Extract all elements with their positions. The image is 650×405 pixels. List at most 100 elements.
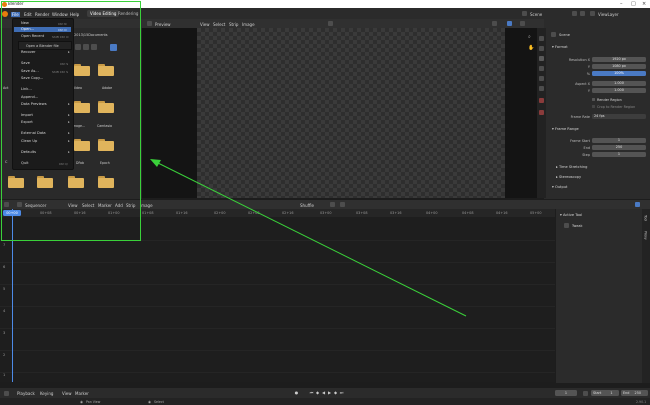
preview-menu-image[interactable]: Image	[242, 22, 255, 27]
close-icon[interactable]: ×	[642, 1, 646, 7]
label-aspect-x: Aspect X	[575, 82, 590, 86]
play-reverse-icon[interactable]: ◀	[321, 390, 326, 395]
prev-keyframe-icon[interactable]: ◆	[315, 390, 320, 395]
render-tab-icon[interactable]	[539, 46, 544, 51]
zoom-icon[interactable]: ⌕	[528, 34, 531, 40]
end-frame-field[interactable]: End 250	[621, 390, 648, 396]
highlight-box	[1, 1, 141, 241]
field-aspect-y[interactable]: 1.000	[592, 88, 646, 93]
time-tick: 03+00	[320, 211, 332, 215]
preview-menu-strip[interactable]: Strip	[229, 22, 238, 27]
snap-shuffle-dropdown[interactable]: Shuffle	[300, 203, 314, 208]
sidebar-tab-proxy[interactable]: Proxy	[644, 231, 648, 240]
overlay-icon[interactable]	[492, 21, 497, 26]
scene-selector[interactable]: Scene	[530, 12, 542, 17]
field-frame-end[interactable]: 250	[592, 145, 646, 150]
label-frame-end: End	[583, 146, 590, 150]
properties-tab-strip	[537, 28, 546, 198]
preview-mode-label[interactable]: Preview	[155, 22, 171, 27]
next-keyframe-icon[interactable]: ◆	[333, 390, 338, 395]
section-frame-range[interactable]: ▾ Frame Range	[552, 127, 579, 131]
delete-scene-icon[interactable]	[580, 11, 585, 16]
display-mode-icon[interactable]	[507, 21, 512, 26]
scene-tab-icon[interactable]	[539, 76, 544, 81]
channels-icon[interactable]	[520, 21, 525, 26]
label-resolution-pct: %	[586, 72, 590, 76]
view-layer-tab-icon[interactable]	[539, 66, 544, 71]
field-resolution-pct[interactable]: 100%	[592, 71, 646, 76]
play-icon[interactable]: ▶	[327, 390, 332, 395]
seq-menu-image[interactable]: Image	[140, 203, 153, 208]
time-tick: 05+00	[530, 211, 542, 215]
preview-range-icon[interactable]	[583, 390, 588, 396]
start-frame-field[interactable]: Start 1	[591, 390, 619, 396]
mouse-icon: ◉	[148, 399, 152, 404]
editor-type-icon[interactable]	[4, 390, 9, 396]
timeline-menu-view[interactable]: View	[62, 391, 72, 396]
tweak-tool-icon	[564, 223, 569, 228]
world-tab-icon[interactable]	[539, 86, 544, 91]
hand-pan-icon[interactable]: ✋	[528, 45, 534, 51]
label-frame-step: Step	[582, 153, 590, 157]
section-time-stretching[interactable]: ▸ Time Stretching	[556, 165, 587, 169]
timeline-menu-keying[interactable]: Keying	[40, 391, 53, 396]
sidebar-tab-tool[interactable]: Tool	[644, 215, 648, 221]
tool-tab-icon[interactable]	[539, 36, 544, 41]
end-value: 250	[634, 391, 642, 395]
section-output-label: Output	[554, 185, 568, 189]
scene-data-icon	[551, 32, 556, 37]
editor-type-icon[interactable]	[147, 21, 152, 26]
render-region-checkbox[interactable]	[592, 98, 595, 101]
texture-tab-icon[interactable]	[539, 110, 544, 115]
view-layer-selector[interactable]: ViewLayer	[598, 12, 619, 17]
channel-number: 3	[3, 331, 6, 335]
maximize-icon[interactable]: □	[631, 1, 636, 7]
section-format-label: Format	[554, 45, 568, 49]
field-frame-step[interactable]: 1	[592, 152, 646, 157]
field-aspect-x[interactable]: 1.000	[592, 81, 646, 86]
time-tick: 02+08	[248, 211, 260, 215]
view-layer-icon[interactable]	[590, 11, 595, 16]
start-value: 1	[610, 391, 613, 395]
crop-region-checkbox[interactable]	[592, 105, 595, 108]
label-resolution-x: Resolution X	[568, 58, 590, 62]
active-tool-section[interactable]: ▾ Active Tool	[560, 213, 582, 217]
new-scene-icon[interactable]	[572, 11, 577, 16]
preview-menu-select[interactable]: Select	[213, 22, 225, 27]
sidebar-toggle-icon[interactable]	[635, 202, 640, 207]
current-frame-field[interactable]: 1	[555, 390, 577, 396]
status-select: Select	[154, 400, 164, 404]
section-format[interactable]: ▾ Format	[552, 45, 568, 49]
channel-divider	[0, 284, 555, 285]
sequencer-timeline-area[interactable]	[0, 217, 555, 382]
section-stereoscopy[interactable]: ▸ Stereoscopy	[556, 175, 581, 179]
preview-canvas[interactable]	[197, 28, 505, 198]
minimize-icon[interactable]: –	[620, 1, 623, 7]
scene-icon[interactable]	[522, 11, 527, 16]
active-tool-name[interactable]: Tweak	[572, 224, 582, 228]
field-resolution-x[interactable]: 1920 px	[592, 57, 646, 62]
output-tab-icon[interactable]	[539, 56, 544, 61]
timeline-menu-playback[interactable]: Playback	[17, 391, 35, 396]
start-label: Start	[593, 391, 602, 395]
time-tick: 02+00	[214, 211, 226, 215]
section-output[interactable]: ▾ Output	[552, 185, 567, 189]
snap-icon[interactable]	[330, 202, 335, 207]
jump-end-icon[interactable]: ⏭	[339, 390, 344, 395]
channel-divider	[0, 328, 555, 329]
pivot-icon[interactable]	[328, 21, 333, 26]
preview-menu-view[interactable]: View	[200, 22, 210, 27]
timeline-menu-marker[interactable]: Marker	[75, 391, 89, 396]
field-resolution-y[interactable]: 1080 px	[592, 64, 646, 69]
jump-start-icon[interactable]: ⏮	[309, 390, 314, 395]
properties-scene-name: Scene	[559, 33, 570, 37]
field-frame-start[interactable]: 1	[592, 138, 646, 143]
time-tick: 03+08	[356, 211, 368, 215]
collection-tab-icon[interactable]	[539, 98, 544, 103]
record-icon[interactable]: ●	[294, 390, 299, 395]
frame-rate-dropdown[interactable]: 24 fps	[592, 114, 646, 119]
overlay-icon[interactable]	[340, 202, 345, 207]
status-version: 2.90.1	[636, 400, 647, 404]
channel-divider	[0, 262, 555, 263]
preview-header: Preview View Select Strip Image	[142, 19, 544, 28]
